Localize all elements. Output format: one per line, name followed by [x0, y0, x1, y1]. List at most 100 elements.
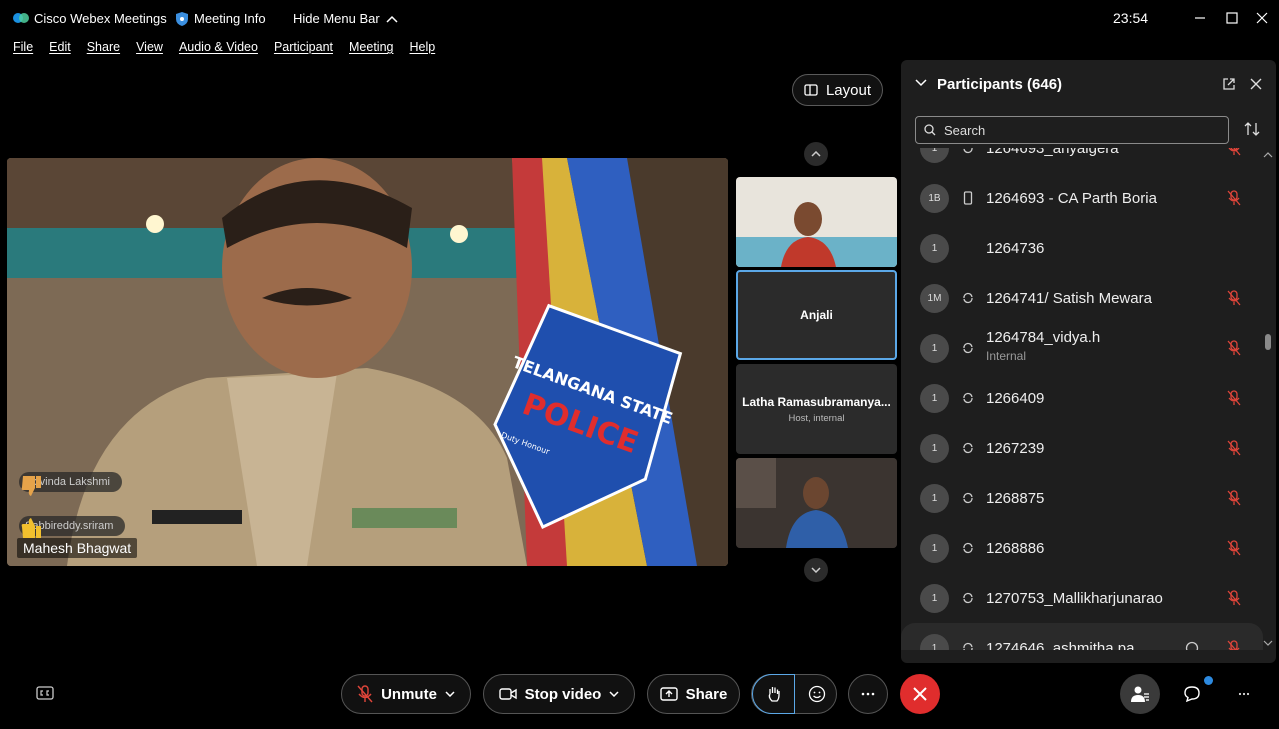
- microphone-muted-icon[interactable]: [1227, 540, 1241, 556]
- layout-button[interactable]: Layout: [792, 74, 883, 106]
- participant-row[interactable]: 1 1268886: [901, 523, 1263, 573]
- main-video[interactable]: TELANGANA STATE POLICE Duty Honour Govin…: [7, 158, 728, 566]
- chevron-up-icon[interactable]: [1263, 152, 1273, 158]
- participant-thumbnail[interactable]: Anjali: [736, 270, 897, 360]
- unmute-button[interactable]: Unmute: [341, 674, 471, 714]
- menu-view[interactable]: View: [128, 36, 171, 60]
- microphone-muted-icon[interactable]: [1227, 148, 1241, 156]
- sync-icon: [963, 542, 973, 554]
- video-camera-icon: [498, 688, 517, 700]
- microphone-muted-icon[interactable]: [1227, 440, 1241, 456]
- menu-edit[interactable]: Edit: [41, 36, 79, 60]
- participant-row[interactable]: 1 1264736: [901, 223, 1263, 273]
- sync-icon: [963, 642, 973, 650]
- chevron-down-icon[interactable]: [445, 691, 455, 697]
- thumbnails-scroll-down-button[interactable]: [804, 558, 828, 582]
- close-icon: [1256, 12, 1268, 24]
- raise-hand-button[interactable]: [752, 674, 795, 714]
- sort-icon[interactable]: [1244, 121, 1260, 137]
- menu-share[interactable]: Share: [79, 36, 128, 60]
- scrollbar-thumb[interactable]: [1265, 334, 1271, 350]
- reactions-group: [751, 674, 837, 714]
- app-title: Cisco Webex Meetings: [34, 11, 167, 26]
- participant-row[interactable]: 1 1264784_vidya.h Internal: [901, 323, 1263, 373]
- menu-participant[interactable]: Participant: [266, 36, 341, 60]
- participant-search-input[interactable]: Search: [915, 116, 1229, 144]
- avatar: 1B: [920, 183, 949, 213]
- chat-icon[interactable]: [1185, 641, 1199, 650]
- participant-list-scrollbar[interactable]: [1262, 150, 1274, 650]
- share-button[interactable]: Share: [647, 674, 740, 714]
- chevron-down-icon[interactable]: [915, 79, 927, 87]
- layout-label: Layout: [825, 81, 872, 99]
- microphone-muted-icon[interactable]: [1227, 390, 1241, 406]
- participants-panel: Participants (646) Search 1 1264693_anya…: [901, 60, 1276, 663]
- microphone-muted-icon[interactable]: [1227, 590, 1241, 606]
- search-placeholder: Search: [944, 122, 986, 138]
- participant-row[interactable]: 1M 1264741/ Satish Mewara: [901, 273, 1263, 323]
- close-window-button[interactable]: [1252, 8, 1272, 28]
- participant-row[interactable]: 1 1267239: [901, 423, 1263, 473]
- stop-video-button[interactable]: Stop video: [483, 674, 635, 714]
- participant-thumbnail[interactable]: Latha Ramasubramanya... Host, internal: [736, 364, 897, 454]
- leave-meeting-button[interactable]: [900, 674, 940, 714]
- participant-video-image: [736, 458, 897, 548]
- avatar: 1: [920, 533, 949, 563]
- menu-help[interactable]: Help: [401, 36, 443, 60]
- menu-meeting[interactable]: Meeting: [341, 36, 401, 60]
- participant-row[interactable]: 1 1268875: [901, 473, 1263, 523]
- participant-name: 1264736: [986, 239, 1045, 257]
- microphone-muted-icon[interactable]: [1227, 190, 1241, 206]
- participant-thumbnail[interactable]: [736, 177, 897, 267]
- shield-icon: [176, 11, 188, 26]
- microphone-muted-icon[interactable]: [1227, 340, 1241, 356]
- avatar: 1: [920, 233, 949, 263]
- participant-row[interactable]: 1B 1264693 - CA Parth Boria: [901, 173, 1263, 223]
- stop-video-label: Stop video: [524, 685, 602, 703]
- emoji-reaction-button[interactable]: [797, 675, 837, 713]
- hide-menu-label: Hide Menu Bar: [293, 11, 380, 26]
- participant-row[interactable]: 1 1264693_anyaigera: [901, 148, 1263, 173]
- chevron-up-icon: [811, 151, 821, 157]
- microphone-muted-icon[interactable]: [1227, 290, 1241, 306]
- participant-name: 1267239: [986, 439, 1045, 457]
- microphone-muted-icon[interactable]: [1227, 490, 1241, 506]
- sync-icon: [963, 492, 973, 504]
- layout-icon: [804, 84, 818, 96]
- participants-toggle-button[interactable]: [1120, 674, 1160, 714]
- more-panels-button[interactable]: [1224, 674, 1264, 714]
- chevron-down-icon[interactable]: [1263, 640, 1273, 646]
- participant-row[interactable]: 1 1266409: [901, 373, 1263, 423]
- close-icon: [913, 687, 927, 701]
- participant-row[interactable]: 1 1270753_Mallikharjunarao: [901, 573, 1263, 623]
- close-icon[interactable]: [1250, 78, 1262, 90]
- avatar: 1: [920, 483, 949, 513]
- avatar: 1M: [920, 283, 949, 313]
- participant-thumbnail[interactable]: [736, 458, 897, 548]
- smiley-icon: [808, 685, 826, 703]
- share-screen-icon: [659, 687, 678, 701]
- menu-audio-video[interactable]: Audio & Video: [171, 36, 266, 60]
- clock: 23:54: [1113, 10, 1149, 26]
- avatar: 1: [920, 333, 949, 363]
- microphone-muted-icon[interactable]: [1227, 640, 1241, 650]
- menu-file[interactable]: File: [0, 36, 41, 60]
- participant-name: 1264693_anyaigera: [986, 148, 1119, 157]
- title-bar: Cisco Webex Meetings Meeting Info Hide M…: [0, 0, 1279, 36]
- meeting-info-button[interactable]: Meeting Info: [176, 11, 266, 26]
- maximize-button[interactable]: [1222, 8, 1242, 28]
- more-options-button[interactable]: [848, 674, 888, 714]
- closed-captions-icon[interactable]: [36, 686, 54, 700]
- sync-icon: [963, 342, 973, 354]
- popout-icon[interactable]: [1222, 77, 1236, 91]
- hide-menu-bar-button[interactable]: Hide Menu Bar: [293, 11, 398, 26]
- speaker-name-label: Mahesh Bhagwat: [17, 538, 138, 558]
- participant-row[interactable]: 1 1274646_ashmitha.pa: [901, 623, 1263, 650]
- avatar: 1: [920, 148, 949, 163]
- hand-icon: [768, 687, 780, 702]
- chevron-down-icon[interactable]: [609, 691, 619, 697]
- thumbnails-scroll-up-button[interactable]: [804, 142, 828, 166]
- chat-bubble-icon: [1184, 686, 1200, 703]
- minimize-button[interactable]: [1190, 8, 1210, 28]
- more-horizontal-icon: [861, 692, 875, 696]
